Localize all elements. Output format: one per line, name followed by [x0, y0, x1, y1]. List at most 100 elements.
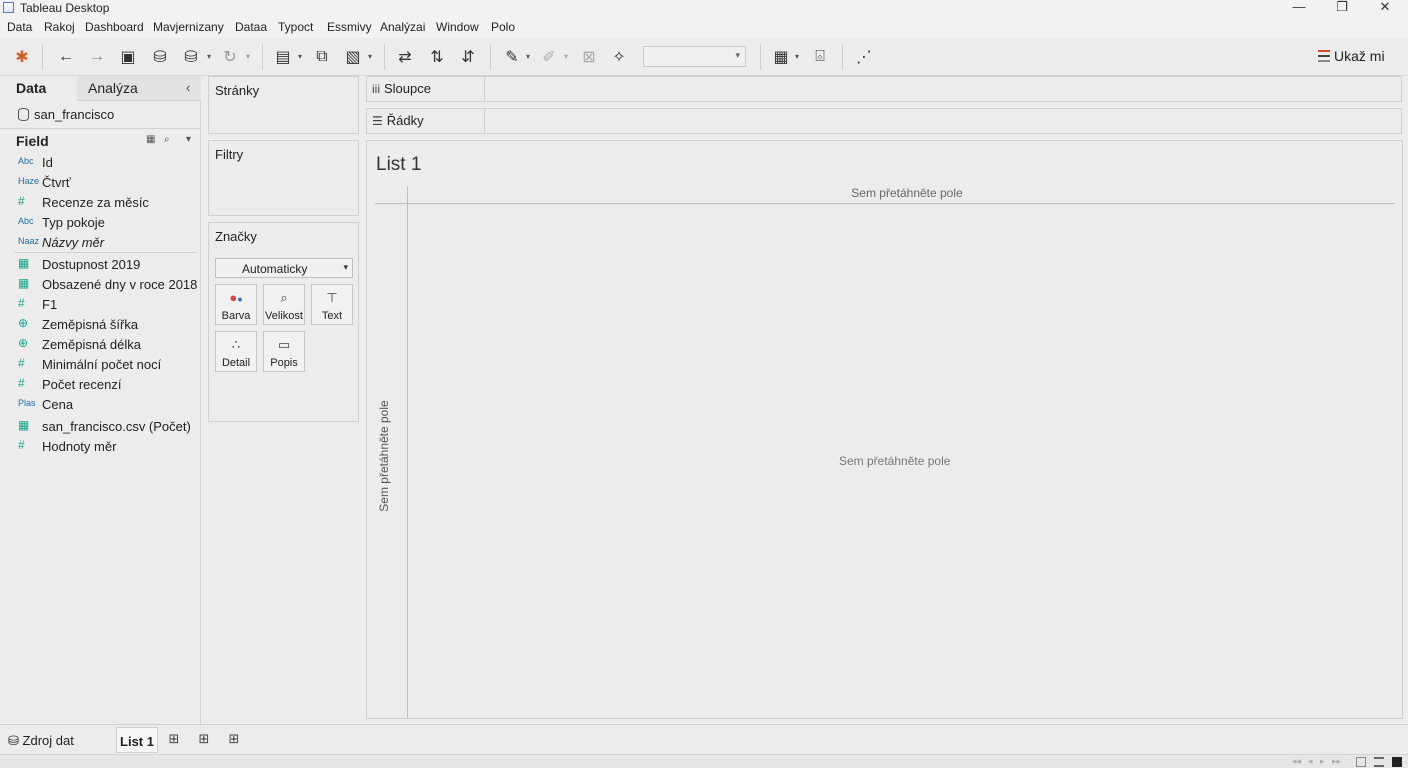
search-icon[interactable]: ⌕: [164, 134, 170, 145]
tooltip-button[interactable]: ▭ Popis: [263, 331, 305, 372]
prev-sheet-icon[interactable]: ◂: [1308, 756, 1313, 767]
menu-rakoj[interactable]: Rakoj: [44, 20, 75, 34]
show-cards-icon[interactable]: ▦: [771, 47, 791, 67]
text-button[interactable]: ⊤ Text: [311, 284, 353, 325]
menu-essmivy[interactable]: Essmivy: [327, 20, 372, 34]
datasource-options-icon[interactable]: ⛁: [181, 47, 201, 67]
tab-sheet-1[interactable]: List 1: [116, 727, 158, 753]
tab-data[interactable]: Data: [0, 76, 77, 101]
columns-shelf[interactable]: iii Sloupce: [366, 76, 1402, 102]
sort-descending-icon[interactable]: ⇵: [458, 47, 478, 67]
new-story-tab-icon[interactable]: ⊞: [226, 731, 242, 747]
field-item[interactable]: Haze Čtvrť: [0, 173, 200, 193]
field-item[interactable]: Plas Cena: [0, 395, 200, 415]
clear-sheet-icon[interactable]: ▧: [343, 47, 363, 67]
clear-sheet-dropdown-icon[interactable]: ▾: [368, 52, 372, 61]
menu-mavjernizany[interactable]: Mavjernizany: [153, 20, 224, 34]
rows-drop-zone[interactable]: Sem přetáhněte pole: [377, 400, 391, 511]
pages-card[interactable]: Stránky: [208, 76, 359, 134]
field-item[interactable]: ⊕ Zeměpisná šířka: [0, 315, 200, 335]
refresh-icon[interactable]: ↻: [220, 47, 240, 67]
next-sheet-icon[interactable]: ▸: [1320, 756, 1325, 767]
filters-card[interactable]: Filtry: [208, 140, 359, 216]
field-menu-icon[interactable]: ▾: [186, 134, 191, 145]
menu-window[interactable]: Window: [436, 20, 479, 34]
size-label: Velikost: [265, 310, 303, 322]
filmstrip-icon[interactable]: [1374, 757, 1384, 767]
worksheet-view[interactable]: List 1 Sem přetáhněte pole Sem přetáhnět…: [366, 140, 1403, 719]
menu-bar: Data Rakoj Dashboard Mavjernizany Dataa …: [0, 16, 1408, 38]
highlight-dropdown-icon[interactable]: ▾: [526, 52, 530, 61]
color-button[interactable]: ●● Barva: [215, 284, 257, 325]
swap-rows-columns-icon[interactable]: ⇄: [395, 47, 415, 67]
undo-icon[interactable]: ←: [56, 47, 76, 67]
presentation-mode-icon[interactable]: ⌺: [810, 47, 830, 67]
duplicate-sheet-icon[interactable]: ⧉: [312, 47, 332, 67]
menu-dashboard[interactable]: Dashboard: [85, 20, 144, 34]
datasource-item[interactable]: san_francisco: [18, 107, 114, 122]
close-button[interactable]: ✕: [1374, 0, 1396, 16]
field-item[interactable]: # Minimální počet nocí: [0, 355, 200, 375]
marks-card-title: Značky: [215, 229, 257, 244]
share-icon[interactable]: ⋰: [854, 47, 874, 67]
new-worksheet-icon[interactable]: ▤: [273, 47, 293, 67]
field-item[interactable]: Abc Id: [0, 153, 200, 173]
field-item[interactable]: # F1: [0, 295, 200, 315]
field-name: Názvy měr: [42, 235, 105, 250]
new-datasource-icon[interactable]: ⛁: [150, 47, 170, 67]
minimize-button[interactable]: —: [1288, 0, 1310, 16]
pin-icon[interactable]: ✧: [609, 47, 629, 67]
tableau-logo-icon[interactable]: ✱: [12, 47, 32, 67]
restore-button[interactable]: ❐: [1331, 0, 1353, 16]
field-item[interactable]: Naaz Názvy měr: [0, 233, 200, 253]
highlight-icon[interactable]: ✎: [502, 47, 522, 67]
field-item[interactable]: # Recenze za měsíc: [0, 193, 200, 213]
field-item[interactable]: # Hodnoty měr: [0, 437, 200, 457]
color-label: Barva: [221, 310, 251, 322]
tab-data-source[interactable]: ⛁ Zdroj dat: [8, 733, 74, 749]
detail-button[interactable]: ∴ Detail: [215, 331, 257, 372]
field-item[interactable]: ▦ san_francisco.csv (Počet): [0, 417, 200, 437]
refresh-dropdown-icon[interactable]: ▾: [246, 52, 250, 61]
field-item[interactable]: ⊕ Zeměpisná délka: [0, 335, 200, 355]
center-drop-zone[interactable]: Sem přetáhněte pole: [839, 454, 950, 468]
string-type-icon: Abc: [18, 216, 34, 226]
tab-analysis[interactable]: Analýza: [77, 76, 201, 101]
menu-typoct[interactable]: Typoct: [278, 20, 313, 34]
group-dropdown-icon[interactable]: ▾: [564, 52, 568, 61]
save-icon[interactable]: ▣: [118, 47, 138, 67]
menu-polo[interactable]: Polo: [491, 20, 515, 34]
rows-shelf[interactable]: ☰ Řádky: [366, 108, 1402, 134]
data-pane: Data Analýza ‹ san_francisco Field ▦ ⌕ ▾…: [0, 76, 201, 724]
sheet-title[interactable]: List 1: [376, 154, 421, 176]
datasource-dropdown-icon[interactable]: ▾: [207, 52, 211, 61]
status-bar: ◂◂ ◂ ▸ ▸▸: [0, 754, 1408, 768]
size-button[interactable]: ⌕ Velikost: [263, 284, 305, 325]
group-members-icon[interactable]: ✐: [539, 47, 559, 67]
last-sheet-icon[interactable]: ▸▸: [1332, 756, 1341, 767]
new-worksheet-dropdown-icon[interactable]: ▾: [298, 52, 302, 61]
field-item[interactable]: ▦ Obsazené dny v roce 2018: [0, 275, 200, 295]
menu-data[interactable]: Data: [7, 20, 32, 34]
field-item[interactable]: Abc Typ pokoje: [0, 213, 200, 233]
tabs-view-icon[interactable]: [1392, 757, 1402, 767]
show-labels-icon[interactable]: ⊠: [579, 47, 599, 67]
show-me-button[interactable]: Ukaž mi: [1318, 48, 1385, 64]
field-item[interactable]: ▦ Dostupnost 2019: [0, 255, 200, 275]
columns-drop-zone[interactable]: Sem přetáhněte pole: [367, 186, 1403, 200]
menu-analyzai[interactable]: Analýzai: [380, 20, 425, 34]
field-item[interactable]: # Počet recenzí: [0, 375, 200, 395]
collapse-pane-icon[interactable]: ‹: [186, 80, 190, 95]
mark-type-dropdown[interactable]: Automaticky ▾: [215, 258, 353, 278]
view-data-icon[interactable]: ▦: [146, 134, 155, 145]
new-worksheet-tab-icon[interactable]: ⊞: [166, 731, 182, 747]
new-dashboard-tab-icon[interactable]: ⊞: [196, 731, 212, 747]
dimensions-measures-divider: [14, 252, 197, 253]
show-cards-dropdown-icon[interactable]: ▾: [795, 52, 799, 61]
fit-dropdown[interactable]: ▾: [643, 46, 746, 67]
first-sheet-icon[interactable]: ◂◂: [1292, 756, 1301, 767]
sort-ascending-icon[interactable]: ⇅: [427, 47, 447, 67]
redo-icon[interactable]: →: [87, 47, 107, 67]
menu-dataa[interactable]: Dataa: [235, 20, 267, 34]
sheet-sorter-icon[interactable]: [1356, 757, 1366, 767]
